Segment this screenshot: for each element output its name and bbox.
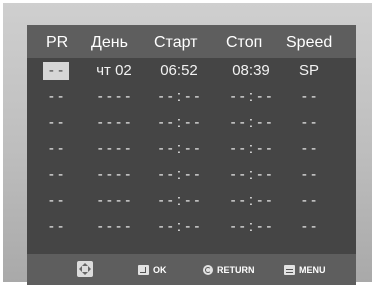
speed-cell[interactable]: - - xyxy=(289,192,329,210)
header-stop: Стоп xyxy=(226,34,263,51)
ok-hint: OK xyxy=(138,262,167,278)
stop-cell[interactable]: - - : - - xyxy=(221,166,281,184)
pr-cell[interactable]: - - xyxy=(43,166,69,184)
return-icon xyxy=(203,265,213,275)
speed-cell[interactable]: - - xyxy=(289,88,329,106)
day-cell[interactable]: - - - - xyxy=(87,114,141,132)
pr-cell[interactable]: - - xyxy=(43,88,69,106)
day-cell[interactable]: чт 02 xyxy=(87,62,141,80)
program-row[interactable]: - - - - - - - - : - - - - : - - - - xyxy=(27,88,356,108)
pr-cell[interactable]: - - xyxy=(43,218,69,236)
start-cell[interactable]: - - : - - xyxy=(149,166,209,184)
menu-label: MENU xyxy=(299,265,326,275)
pr-cell[interactable]: - - xyxy=(43,114,69,132)
speed-cell[interactable]: - - xyxy=(289,140,329,158)
header-start: Старт xyxy=(154,34,198,51)
start-cell[interactable]: - - : - - xyxy=(149,114,209,132)
pr-cell[interactable]: - - xyxy=(43,192,69,210)
program-row[interactable]: - - - - - - - - : - - - - : - - - - xyxy=(27,166,356,186)
header-day: День xyxy=(91,34,128,51)
menu-hint: MENU xyxy=(284,262,326,278)
program-row[interactable]: - - - - - - - - : - - - - : - - - - xyxy=(27,140,356,160)
program-row[interactable]: - - - - - - - - : - - - - : - - - - xyxy=(27,218,356,238)
tv-frame: PR День Старт Стоп Speed - - чт 02 06:52… xyxy=(3,3,372,285)
stop-cell[interactable]: - - : - - xyxy=(221,218,281,236)
pr-cell-selected[interactable]: - - xyxy=(43,62,69,80)
start-cell[interactable]: - - : - - xyxy=(149,88,209,106)
program-row[interactable]: - - чт 02 06:52 08:39 SP xyxy=(27,62,356,82)
column-header-bar: PR День Старт Стоп Speed xyxy=(27,25,356,58)
ok-label: OK xyxy=(153,265,167,275)
speed-cell[interactable]: - - xyxy=(289,166,329,184)
start-cell[interactable]: 06:52 xyxy=(149,62,209,80)
stop-cell[interactable]: - - : - - xyxy=(221,114,281,132)
speed-cell[interactable]: - - xyxy=(289,218,329,236)
dpad-icon xyxy=(77,261,93,277)
timer-program-screen: PR День Старт Стоп Speed - - чт 02 06:52… xyxy=(27,25,356,285)
stop-cell[interactable]: 08:39 xyxy=(221,62,281,80)
start-cell[interactable]: - - : - - xyxy=(149,192,209,210)
day-cell[interactable]: - - - - xyxy=(87,140,141,158)
pr-cell[interactable]: - - xyxy=(43,140,69,158)
menu-icon xyxy=(284,265,295,275)
stop-cell[interactable]: - - : - - xyxy=(221,88,281,106)
day-cell[interactable]: - - - - xyxy=(87,192,141,210)
ok-button-icon xyxy=(138,265,149,275)
header-pr: PR xyxy=(46,34,69,51)
start-cell[interactable]: - - : - - xyxy=(149,218,209,236)
program-row[interactable]: - - - - - - - - : - - - - : - - - - xyxy=(27,192,356,212)
start-cell[interactable]: - - : - - xyxy=(149,140,209,158)
return-label: RETURN xyxy=(217,265,255,275)
day-cell[interactable]: - - - - xyxy=(87,218,141,236)
speed-cell[interactable]: - - xyxy=(289,114,329,132)
speed-cell[interactable]: SP xyxy=(289,62,329,80)
stop-cell[interactable]: - - : - - xyxy=(221,192,281,210)
button-guide-bar: OK RETURN MENU xyxy=(27,254,356,285)
program-row[interactable]: - - - - - - - - : - - - - : - - - - xyxy=(27,114,356,134)
stop-cell[interactable]: - - : - - xyxy=(221,140,281,158)
header-speed: Speed xyxy=(286,34,333,51)
day-cell[interactable]: - - - - xyxy=(87,166,141,184)
return-hint: RETURN xyxy=(203,262,255,278)
day-cell[interactable]: - - - - xyxy=(87,88,141,106)
